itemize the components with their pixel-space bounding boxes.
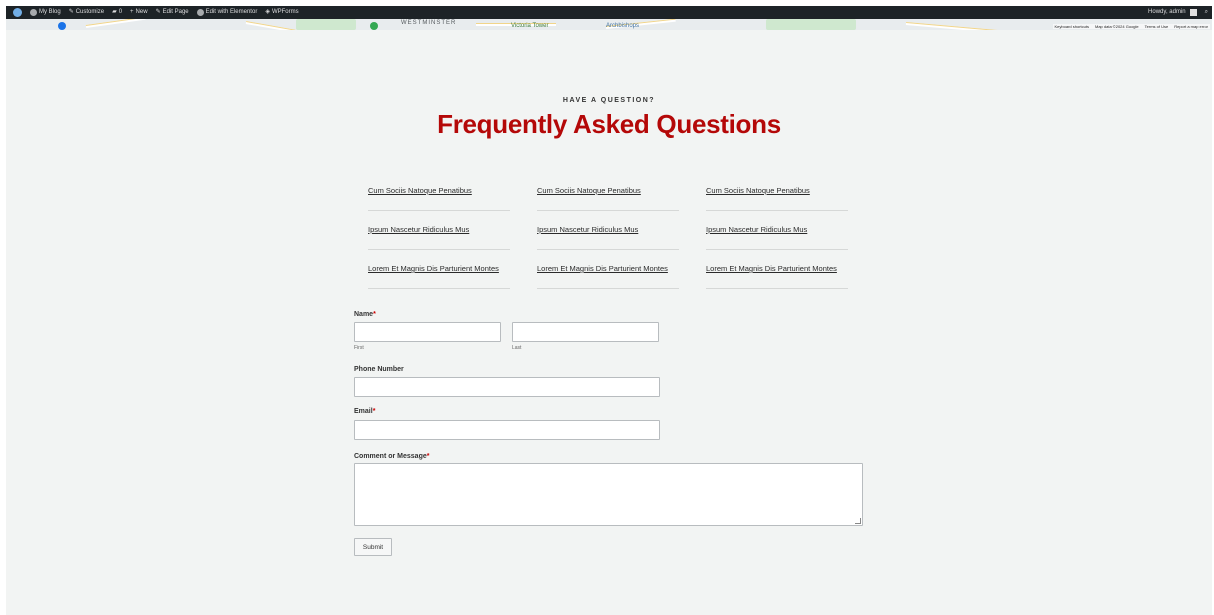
map-label: WESTMINSTER: [401, 20, 457, 26]
divider: [537, 249, 679, 250]
map-legal-link[interactable]: Map data ©2024 Google: [1095, 24, 1139, 29]
admin-bar-my-blog[interactable]: My Blog: [26, 6, 65, 19]
elementor-icon: [196, 9, 204, 16]
map-road: [85, 19, 146, 28]
faq-link[interactable]: Cum Sociis Natoque Penatibus: [368, 186, 472, 195]
diamond-icon: ◈: [265, 9, 270, 15]
map-road: [245, 21, 296, 30]
first-name-input[interactable]: [354, 322, 501, 342]
email-field[interactable]: [354, 420, 660, 440]
divider: [537, 288, 679, 289]
search-icon: ⌕: [1204, 9, 1208, 15]
name-label: Name*: [354, 311, 376, 318]
home-icon: [30, 9, 37, 16]
map-road: [905, 22, 1006, 30]
faq-link[interactable]: Ipsum Nascetur Ridiculus Mus: [368, 225, 469, 234]
submit-button[interactable]: Submit: [354, 538, 392, 556]
map-park: [766, 19, 856, 30]
divider: [368, 288, 510, 289]
admin-bar-label: New: [135, 9, 148, 15]
admin-bar-label: Edit Page: [162, 9, 189, 15]
faq-eyebrow: HAVE A QUESTION?: [562, 97, 656, 104]
faq-link[interactable]: Ipsum Nascetur Ridiculus Mus: [706, 225, 807, 234]
admin-bar-comments[interactable]: ▰ 0: [108, 6, 126, 19]
divider: [537, 210, 679, 211]
name-label-text: Name: [354, 311, 374, 318]
page-content: HAVE A QUESTION? Frequently Asked Questi…: [6, 30, 1212, 615]
map-legal-links: Keyboard shortcuts Map data ©2024 Google…: [1052, 24, 1210, 29]
admin-bar-wpforms[interactable]: ◈ WPForms: [261, 6, 302, 19]
admin-bar-new[interactable]: + New: [126, 6, 152, 19]
admin-bar-label: 0: [118, 9, 123, 15]
divider: [706, 249, 848, 250]
admin-bar-edit-page[interactable]: ✎ Edit Page: [152, 6, 193, 19]
plus-icon: +: [130, 9, 134, 15]
phone-field[interactable]: [354, 377, 660, 397]
email-label-text: Email: [354, 408, 373, 415]
map-pin-icon[interactable]: [370, 22, 378, 30]
required-marker: *: [373, 311, 376, 318]
faq-link[interactable]: Ipsum Nascetur Ridiculus Mus: [537, 225, 638, 234]
map-park: [296, 19, 356, 30]
greeting-text: Howdy, admin: [1148, 9, 1186, 15]
edit-icon: ✎: [155, 9, 161, 15]
map-label: Archbishops: [606, 23, 640, 29]
page-title: Frequently Asked Questions: [437, 109, 781, 139]
admin-bar-customize[interactable]: ✎ Customize: [65, 6, 108, 19]
divider: [368, 249, 510, 250]
required-marker: *: [426, 453, 430, 460]
map-legal-link[interactable]: Terms of Use: [1145, 24, 1169, 29]
message-label-text: Comment or Message: [354, 453, 427, 460]
map-legal-link[interactable]: Keyboard shortcuts: [1055, 24, 1089, 29]
faq-link[interactable]: Lorem Et Magnis Dis Parturient Montes: [368, 264, 499, 273]
embedded-map[interactable]: WESTMINSTER Victoria Tower Archbishops K…: [6, 19, 1212, 30]
browser-viewport: My Blog ✎ Customize ▰ 0 + New ✎ Edit Page Ed…: [0, 0, 1214, 615]
admin-bar-label: My Blog: [39, 9, 61, 15]
map-legal-link[interactable]: Report a map error: [1174, 24, 1208, 29]
first-sublabel: First: [354, 345, 364, 351]
faq-link[interactable]: Cum Sociis Natoque Penatibus: [537, 186, 641, 195]
faq-link[interactable]: Lorem Et Magnis Dis Parturient Montes: [706, 264, 837, 273]
resize-handle-icon[interactable]: [855, 518, 861, 524]
wordpress-icon: [13, 8, 22, 17]
admin-bar-edit-with-elementor[interactable]: Edit with Elementor: [193, 6, 262, 19]
brush-icon: ✎: [68, 9, 74, 15]
map-pin-icon[interactable]: [58, 22, 66, 30]
admin-bar-label: Customize: [75, 9, 105, 15]
required-marker: *: [372, 408, 376, 415]
last-name-input[interactable]: [512, 322, 659, 342]
avatar: [1189, 9, 1197, 16]
phone-label: Phone Number: [354, 366, 404, 373]
faq-link[interactable]: Cum Sociis Natoque Penatibus: [706, 186, 810, 195]
admin-bar-label: Edit with Elementor: [205, 9, 258, 15]
message-label: Comment or Message*: [354, 453, 429, 460]
message-textarea[interactable]: [354, 463, 863, 526]
admin-bar-account[interactable]: Howdy, admin: [1144, 6, 1201, 19]
wp-admin-bar: My Blog ✎ Customize ▰ 0 + New ✎ Edit Page Ed…: [6, 6, 1212, 19]
map-label: Victoria Tower: [511, 23, 549, 29]
comment-icon: ▰: [112, 9, 117, 15]
admin-bar-label: WPForms: [271, 9, 299, 15]
last-sublabel: Last: [512, 345, 522, 351]
divider: [706, 210, 848, 211]
divider: [368, 210, 510, 211]
divider: [706, 288, 848, 289]
admin-bar-search[interactable]: ⌕: [1201, 6, 1212, 19]
email-label: Email*: [354, 408, 375, 415]
faq-link[interactable]: Lorem Et Magnis Dis Parturient Montes: [537, 264, 668, 273]
wordpress-logo-button[interactable]: [6, 8, 26, 17]
